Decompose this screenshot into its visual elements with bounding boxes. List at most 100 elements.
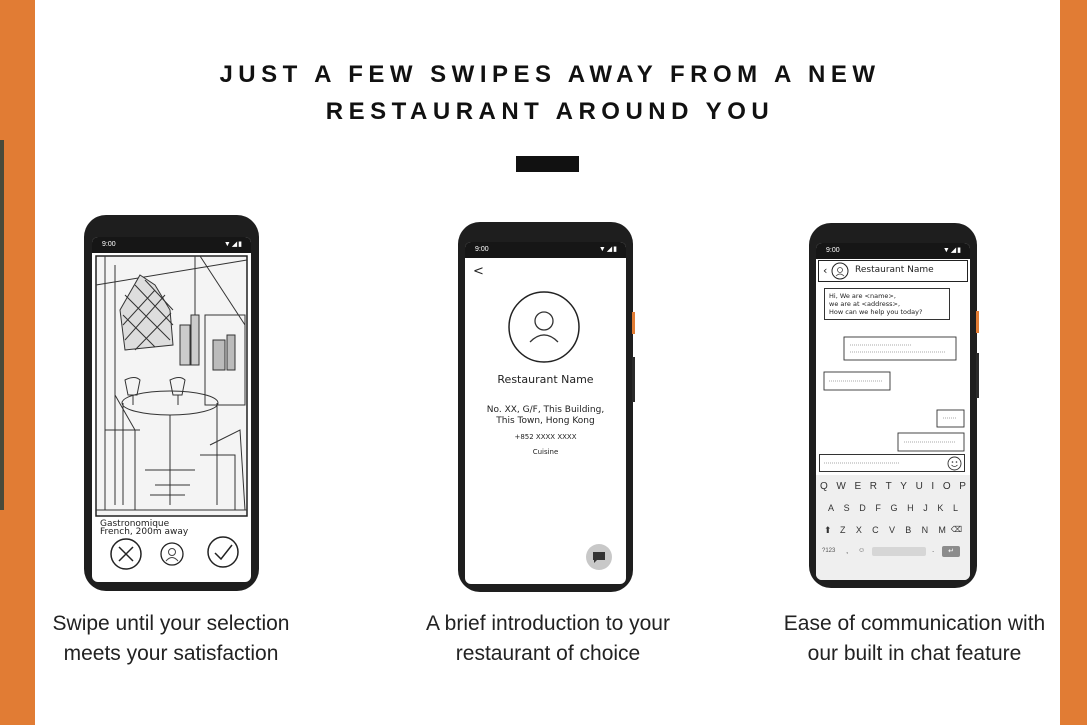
status-icons: ▼◢▮ (223, 241, 243, 248)
keyboard-key-e[interactable]: E (854, 481, 861, 492)
restaurant-cuisine: Cuisine (532, 448, 559, 456)
shift-key-icon[interactable]: ⬆ (824, 525, 832, 536)
restaurant-sketch-image[interactable] (95, 255, 248, 517)
status-bar: 9:00 ▼◢▮ (465, 242, 626, 258)
restaurant-distance: French, 200m away (100, 527, 189, 537)
keyboard-key-u[interactable]: U (916, 481, 923, 492)
greeting-message: Hi, We are <name>, we are at <address>, … (824, 288, 950, 320)
status-icons: ▼◢▮ (598, 246, 618, 253)
keyboard-key-j[interactable]: J (923, 503, 928, 513)
phone-swipe-mockup: 9:00 ▼◢▮ Gastronomique French, 200m away (84, 215, 259, 591)
phone-chat-mockup: 9:00 ▼◢▮ ‹ Restaurant Name Hi, We are <n… (809, 223, 979, 588)
keyboard-key-m[interactable]: M (938, 525, 946, 535)
typed-text-scribble (824, 462, 900, 464)
phone-profile-mockup: 9:00 ▼◢▮ < Restaurant Name No. XX, G/F, … (458, 222, 635, 592)
right-orange-border (1060, 0, 1087, 725)
reject-button[interactable] (109, 537, 143, 571)
side-button (632, 312, 635, 334)
status-icons: ▼◢▮ (942, 247, 962, 254)
enter-key-icon[interactable]: ↵ (942, 546, 960, 557)
keyboard-key-n[interactable]: N (922, 525, 929, 535)
side-button (632, 357, 635, 402)
chat-fab-button[interactable] (585, 543, 613, 571)
emoji-icon[interactable] (947, 456, 962, 471)
emoji-key-icon[interactable]: ☺ (858, 547, 865, 554)
comma-key[interactable]: , (846, 546, 848, 555)
space-key[interactable] (872, 547, 926, 556)
keyboard-key-w[interactable]: W (836, 481, 845, 492)
phone-chat-screen: 9:00 ▼◢▮ ‹ Restaurant Name Hi, We are <n… (816, 243, 970, 580)
status-time: 9:00 (826, 247, 840, 254)
caption-chat: Ease of communication with our built in … (772, 609, 1057, 669)
caption-swipe-line-1: Swipe until your selection (52, 612, 290, 635)
chat-header: ‹ Restaurant Name (818, 260, 968, 282)
status-time: 9:00 (475, 246, 489, 253)
status-time: 9:00 (102, 241, 116, 248)
keyboard-key-t[interactable]: T (886, 481, 892, 492)
keyboard-row-4: ?123 , ☺ . ↵ (822, 545, 964, 559)
chat-message-scribbles (823, 336, 965, 452)
restaurant-avatar-icon (508, 291, 580, 363)
keyboard-key-c[interactable]: C (872, 525, 879, 535)
greeting-line-3: How can we help you today? (829, 308, 923, 316)
restaurant-address: No. XX, G/F, This Building, This Town, H… (465, 405, 626, 427)
caption-profile: A brief introduction to your restaurant … (407, 609, 689, 669)
caption-swipe-line-2: meets your satisfaction (63, 642, 279, 665)
keyboard-key-o[interactable]: O (943, 481, 951, 492)
restaurant-info: Gastronomique French, 200m away (100, 520, 189, 537)
keyboard-key-l[interactable]: L (953, 503, 958, 513)
greeting-line-2: we are at <address>, (829, 300, 901, 308)
keyboard-key-r[interactable]: R (870, 481, 877, 492)
title-divider (516, 156, 579, 172)
backspace-key-icon[interactable]: ⌫ (951, 525, 962, 534)
caption-profile-line-2: restaurant of choice (455, 642, 641, 665)
greeting-line-1: Hi, We are <name>, (829, 292, 896, 300)
headline-line-2: RESTAURANT AROUND YOU (325, 98, 775, 125)
address-line-1: No. XX, G/F, This Building, (486, 405, 605, 415)
message-input[interactable] (819, 454, 965, 472)
keyboard-key-k[interactable]: K (937, 503, 943, 513)
headline: JUST A FEW SWIPES AWAY FROM A NEW RESTAU… (150, 56, 950, 130)
period-key[interactable]: . (932, 545, 934, 554)
back-button[interactable]: < (473, 264, 484, 279)
keyboard-key-b[interactable]: B (905, 525, 911, 535)
headline-line-1: JUST A FEW SWIPES AWAY FROM A NEW (219, 61, 881, 88)
status-bar: 9:00 ▼◢▮ (816, 243, 970, 259)
side-button (976, 311, 979, 333)
caption-chat-line-1: Ease of communication with (783, 612, 1046, 635)
restaurant-phone: +852 XXXX XXXX (514, 433, 577, 441)
keyboard-key-q[interactable]: Q (820, 481, 828, 492)
keyboard-key-s[interactable]: S (844, 503, 850, 513)
left-dark-strip (0, 140, 4, 510)
keyboard-key-z[interactable]: Z (840, 525, 846, 535)
keyboard-key-v[interactable]: V (889, 525, 895, 535)
restaurant-avatar-icon (831, 262, 849, 280)
keyboard-key-f[interactable]: F (875, 503, 881, 513)
caption-profile-line-1: A brief introduction to your (426, 612, 670, 635)
caption-swipe: Swipe until your selection meets your sa… (36, 609, 306, 669)
numbers-key[interactable]: ?123 (822, 548, 835, 554)
phone-profile-screen: 9:00 ▼◢▮ < Restaurant Name No. XX, G/F, … (465, 242, 626, 584)
phone-swipe-screen: 9:00 ▼◢▮ Gastronomique French, 200m away (92, 237, 251, 582)
accept-button[interactable] (206, 535, 240, 569)
keyboard-key-i[interactable]: I (931, 481, 934, 492)
keyboard-key-g[interactable]: G (890, 503, 897, 513)
back-button[interactable]: ‹ (823, 264, 827, 277)
keyboard-key-a[interactable]: A (828, 503, 834, 513)
keyboard: QWERTYUIOP ASDFGHJKL ⬆ ZXCVB NM ⌫ ?123 , … (816, 475, 970, 580)
profile-button[interactable] (159, 541, 185, 567)
keyboard-key-y[interactable]: Y (900, 481, 907, 492)
address-line-2: This Town, Hong Kong (496, 416, 595, 426)
keyboard-key-h[interactable]: H (907, 503, 914, 513)
status-bar: 9:00 ▼◢▮ (92, 237, 251, 253)
keyboard-row-2: ASDFGHJKL (828, 503, 958, 513)
keyboard-key-p[interactable]: P (959, 481, 966, 492)
restaurant-name: Restaurant Name (497, 373, 594, 386)
chat-header-name: Restaurant Name (855, 265, 934, 275)
caption-chat-line-2: our built in chat feature (807, 642, 1022, 665)
keyboard-key-x[interactable]: X (856, 525, 862, 535)
keyboard-row-1: QWERTYUIOP (820, 481, 966, 492)
keyboard-key-d[interactable]: D (859, 503, 866, 513)
left-orange-border (0, 0, 35, 725)
side-button (976, 353, 979, 398)
